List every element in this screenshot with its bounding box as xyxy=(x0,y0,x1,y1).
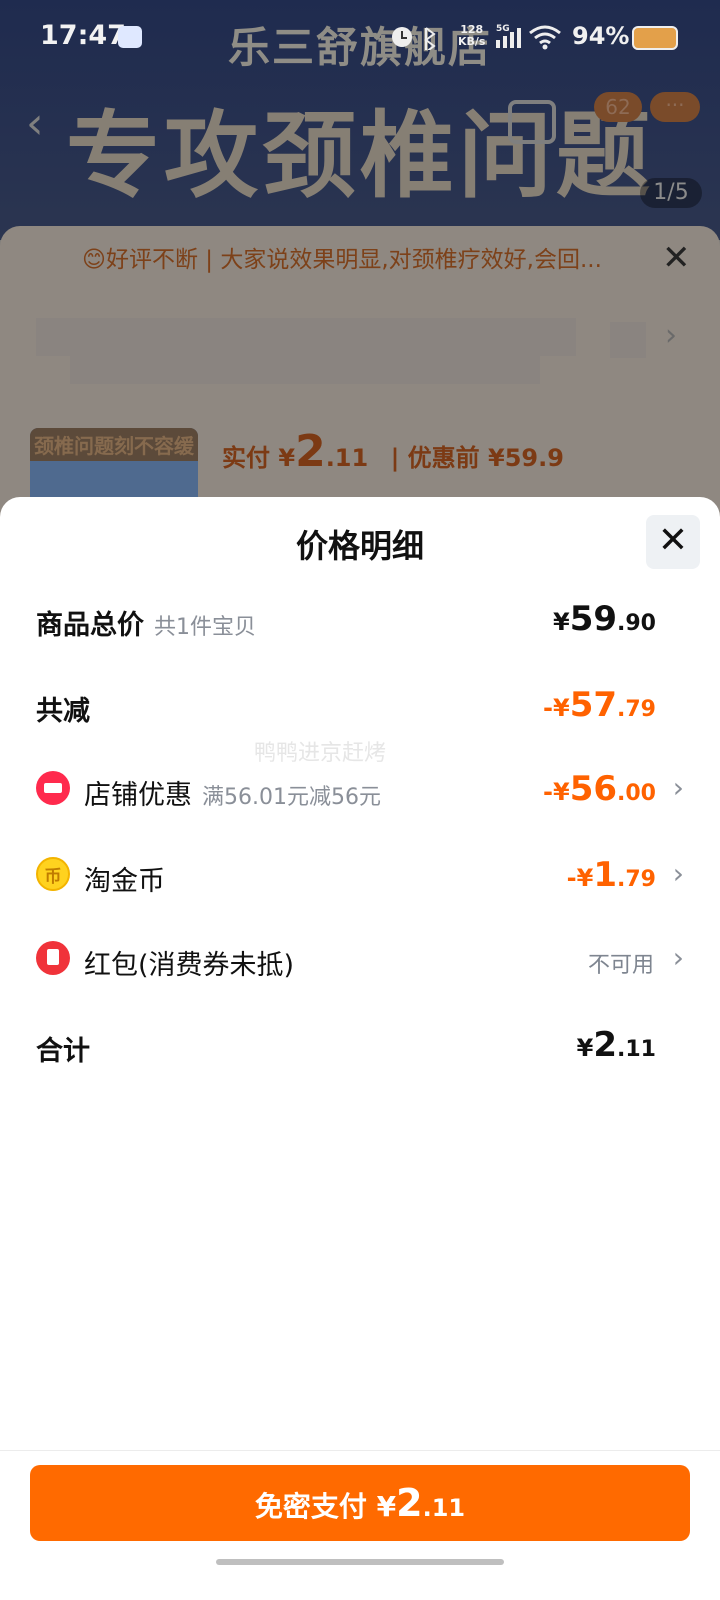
row-total-price: 商品总价 共1件宝贝 ¥59.90 xyxy=(36,591,684,651)
sheet-title: 价格明细 xyxy=(295,527,424,565)
store-icon xyxy=(36,771,70,805)
battery-percent: 94% xyxy=(572,22,630,50)
store-discount-label: 店铺优惠 满56.01元减56元 xyxy=(84,780,381,811)
row-red-packet[interactable]: 红包(消费券未抵) 不可用 › xyxy=(36,931,684,991)
signal-icon: 5G xyxy=(496,24,521,48)
red-packet-label: 红包(消费券未抵) xyxy=(84,950,295,981)
total-price-amount: ¥59.90 xyxy=(552,599,656,639)
chevron-right-icon: › xyxy=(672,771,684,804)
row-sum: 合计 ¥2.11 xyxy=(36,1017,684,1077)
home-indicator[interactable] xyxy=(216,1559,504,1565)
alarm-bluetooth-icon xyxy=(392,27,436,50)
coin-icon xyxy=(36,857,70,891)
divider xyxy=(0,1450,720,1451)
share-icon[interactable] xyxy=(508,100,556,144)
coin-label: 淘金币 xyxy=(84,866,165,897)
row-taojin-coin[interactable]: 淘金币 -¥1.79 › xyxy=(36,847,684,907)
product-title-blurred xyxy=(70,354,540,384)
status-bar: 17:47 128 KB/s 5G 94% xyxy=(0,0,720,72)
product-banner: 颈椎问题刻不容缓 xyxy=(30,428,198,461)
total-price-label: 商品总价 共1件宝贝 xyxy=(36,610,256,641)
close-icon[interactable]: ✕ xyxy=(662,238,691,278)
total-discount-label: 共减 xyxy=(36,696,90,727)
image-pager: 1/5 xyxy=(640,178,702,208)
status-time: 17:47 xyxy=(40,20,126,51)
chevron-right-icon: › xyxy=(672,857,684,890)
store-discount-amount: -¥56.00 xyxy=(543,769,656,809)
coin-amount: -¥1.79 xyxy=(566,855,656,895)
row-store-discount[interactable]: 店铺优惠 满56.01元减56元 -¥56.00 › xyxy=(36,761,684,821)
price-detail-sheet: 价格明细 ✕ 鸭鸭进京赶烤 商品总价 共1件宝贝 ¥59.90 共减 -¥57.7… xyxy=(0,497,720,1600)
battery-icon xyxy=(632,26,678,50)
product-thumb-blurred xyxy=(610,322,646,358)
wifi-icon xyxy=(529,25,561,50)
row-total-discount: 共减 -¥57.79 xyxy=(36,677,684,737)
more-icon[interactable]: ··· xyxy=(650,92,700,122)
sum-amount: ¥2.11 xyxy=(576,1025,656,1065)
total-discount-amount: -¥57.79 xyxy=(543,685,656,725)
notification-app-icon xyxy=(118,26,142,48)
close-button[interactable]: ✕ xyxy=(646,515,700,569)
product-title-blurred xyxy=(36,318,576,356)
chevron-right-icon[interactable]: › xyxy=(665,318,677,353)
pay-button[interactable]: 免密支付 ¥2.11 xyxy=(30,1465,690,1541)
red-packet-status: 不可用 xyxy=(587,953,654,978)
review-banner[interactable]: 😊好评不断 | 大家说效果明显,对颈椎疗效好,会回... xyxy=(82,240,642,274)
cart-badge[interactable]: 62 xyxy=(594,92,642,122)
background-price: 实付 ¥2.11 | 优惠前 ¥59.9 xyxy=(222,426,564,477)
sum-label: 合计 xyxy=(36,1036,90,1067)
chevron-right-icon: › xyxy=(672,941,684,974)
network-speed: 128 KB/s xyxy=(458,23,486,48)
red-packet-icon xyxy=(36,941,70,975)
svg-text:5G: 5G xyxy=(496,24,510,34)
back-icon[interactable]: ‹ xyxy=(26,98,44,149)
